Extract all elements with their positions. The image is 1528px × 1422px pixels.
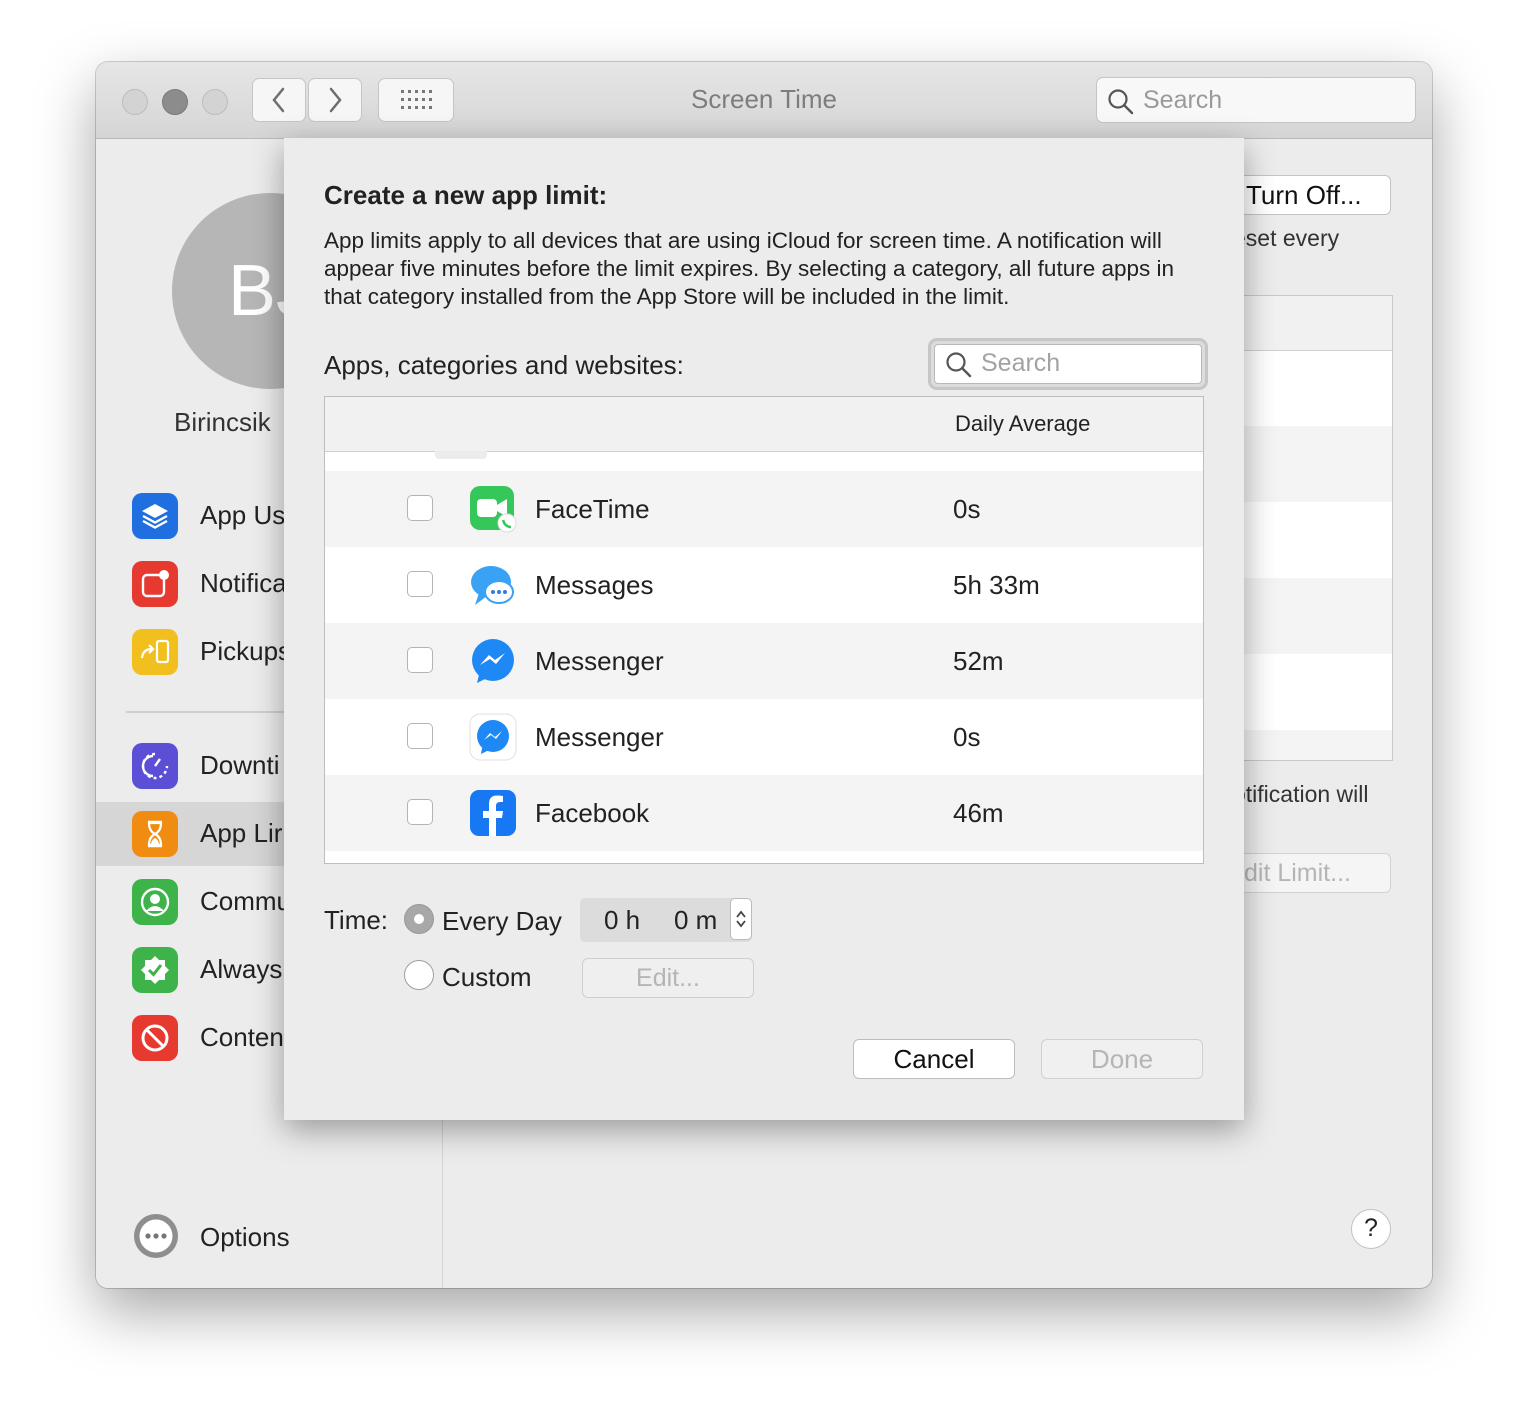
user-name[interactable]: Birincsik <box>174 407 271 438</box>
every-day-radio[interactable] <box>404 904 434 934</box>
new-app-limit-sheet: Create a new app limit: App limits apply… <box>284 138 1244 1120</box>
time-stepper[interactable]: 0 h 0 m <box>580 898 752 942</box>
facebook-icon <box>470 790 516 836</box>
facetime-icon <box>470 486 517 533</box>
cancel-button[interactable]: Cancel <box>853 1039 1015 1079</box>
app-name: Messenger <box>535 646 664 676</box>
downtime-moon-icon <box>132 743 178 789</box>
time-label: Time: <box>324 905 389 935</box>
sheet-description: App limits apply to all devices that are… <box>324 228 1175 309</box>
search-icon <box>1108 89 1134 115</box>
search-icon <box>946 352 972 378</box>
app-name: FaceTime <box>535 494 650 524</box>
daily-average-value: 0s <box>953 494 981 524</box>
sheet-title: Create a new app limit: <box>324 180 608 210</box>
app-name: Messenger <box>535 722 664 752</box>
app-name: Messages <box>535 570 654 600</box>
options-ellipsis-icon[interactable] <box>132 1212 180 1260</box>
help-button[interactable]: ? <box>1351 1209 1391 1249</box>
minutes-field[interactable]: 0 m <box>674 905 717 936</box>
pickup-phone-icon <box>132 629 178 675</box>
apps-categories-label: Apps, categories and websites: <box>324 350 684 380</box>
row-checkbox[interactable] <box>407 723 433 749</box>
daily-average-value: 0s <box>953 722 981 752</box>
custom-edit-button[interactable]: Edit... <box>582 958 754 998</box>
sidebar-item-label: Downti <box>200 750 280 780</box>
prohibited-icon <box>132 1015 178 1061</box>
stepper-arrows[interactable] <box>730 898 752 940</box>
apps-search-placeholder: Search <box>981 349 1061 377</box>
daily-average-value: 52m <box>953 646 1004 676</box>
sidebar-item-label: Pickups <box>200 636 292 666</box>
every-day-label[interactable]: Every Day <box>442 906 562 937</box>
table-header: Daily Average <box>325 397 1203 452</box>
sidebar-item-label: Notifica <box>200 568 287 598</box>
row-checkbox[interactable] <box>407 647 433 673</box>
window-search-field[interactable]: Search <box>1096 77 1416 123</box>
custom-radio[interactable] <box>404 960 434 990</box>
row-checkbox[interactable] <box>407 495 433 521</box>
daily-average-value: 46m <box>953 798 1004 828</box>
chevron-up-icon[interactable] <box>735 909 747 919</box>
sidebar-item-label: App Us <box>200 500 286 530</box>
checkmark-seal-icon <box>132 947 178 993</box>
table-row[interactable]: FaceTime 0s <box>325 471 1203 547</box>
sidebar-item-label: Commu <box>200 886 292 916</box>
messages-icon <box>471 566 514 605</box>
chevron-down-icon[interactable] <box>735 919 747 929</box>
collapsed-row-edge <box>435 451 487 459</box>
done-button[interactable]: Done <box>1041 1039 1203 1079</box>
table-row[interactable]: Messenger 0s <box>325 699 1203 775</box>
row-checkbox[interactable] <box>407 799 433 825</box>
app-name: Facebook <box>535 798 650 828</box>
notification-badge-icon <box>132 561 178 607</box>
table-row[interactable]: Messages 5h 33m <box>325 547 1203 623</box>
apps-table: Daily Average FaceTime 0s Messages 5h 33… <box>324 396 1204 864</box>
daily-average-column-header[interactable]: Daily Average <box>955 411 1090 437</box>
messenger-icon <box>472 639 514 683</box>
daily-average-value: 5h 33m <box>953 570 1040 600</box>
custom-label[interactable]: Custom <box>442 962 532 993</box>
notification-description: otification will <box>1233 781 1369 807</box>
sidebar-item-label: App Lir <box>200 818 283 848</box>
title-bar: Screen Time Search <box>96 62 1432 139</box>
window-search-placeholder: Search <box>1143 86 1223 114</box>
table-row[interactable]: Facebook 46m <box>325 775 1203 851</box>
reset-description: eset every <box>1233 225 1340 251</box>
table-row[interactable]: Messenger 52m <box>325 623 1203 699</box>
hourglass-icon <box>132 811 178 857</box>
options-label[interactable]: Options <box>200 1222 290 1253</box>
apps-search-field[interactable]: Search <box>928 338 1208 390</box>
messenger-icon <box>469 713 517 761</box>
sidebar-item-label: Conten <box>200 1022 284 1052</box>
layers-icon <box>132 493 178 539</box>
row-checkbox[interactable] <box>407 571 433 597</box>
hours-field[interactable]: 0 h <box>604 905 640 936</box>
sidebar-item-label: Always <box>200 954 283 984</box>
person-circle-icon <box>132 879 178 925</box>
